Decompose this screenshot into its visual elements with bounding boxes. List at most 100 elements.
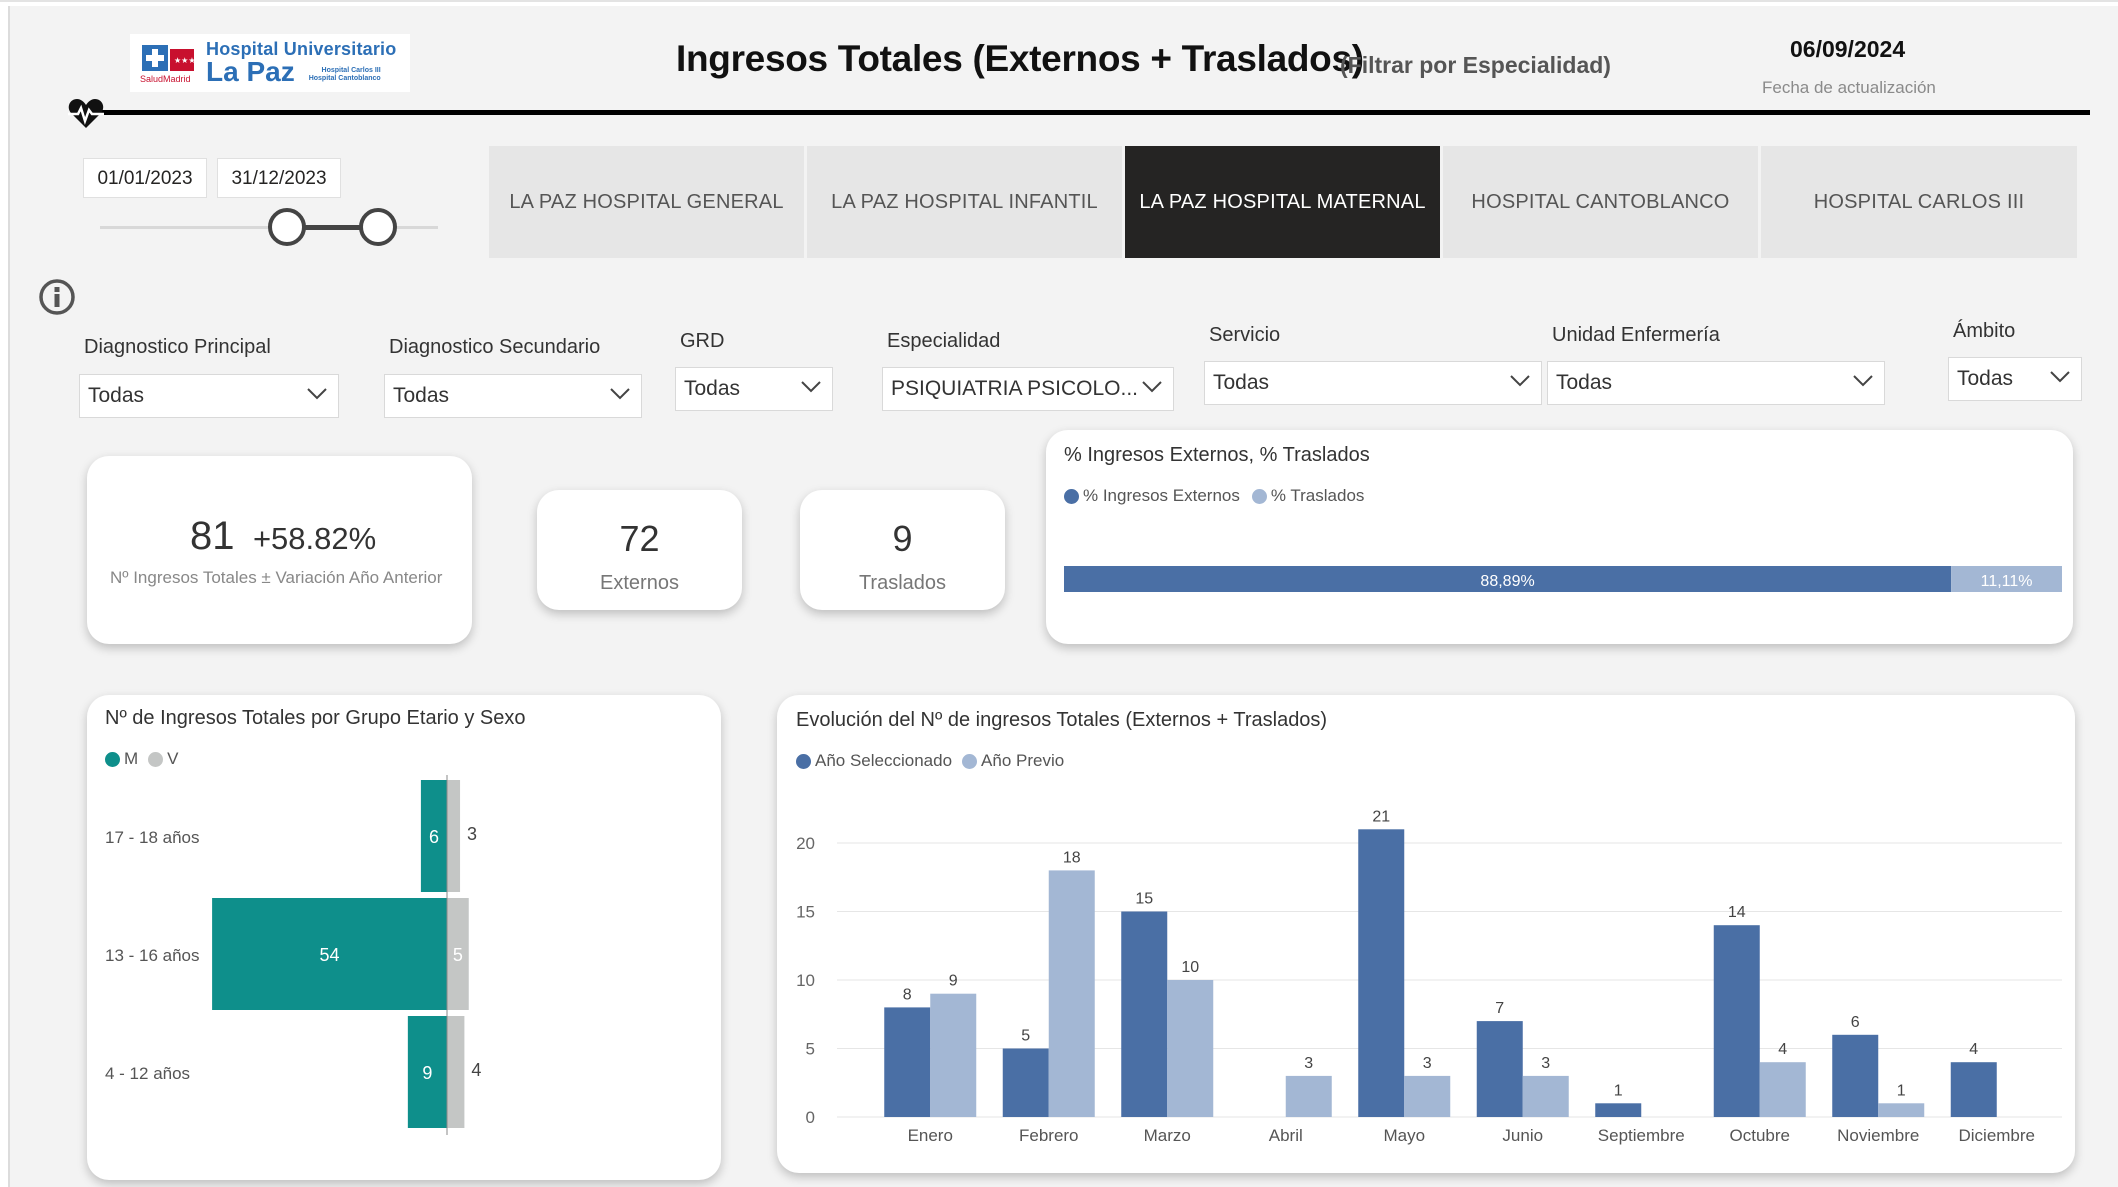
chart-card-percent: % Ingresos Externos, % Traslados % Ingre…: [1046, 430, 2073, 644]
bar-male-label: 3: [467, 824, 477, 844]
bar-value-label: 9: [949, 973, 958, 990]
bar-previous-year: [1404, 1075, 1451, 1117]
legend-externos-label: % Ingresos Externos: [1083, 486, 1240, 505]
page-subtitle: (Filtrar por Especialidad): [1340, 52, 1611, 78]
logo-sub-2: Hospital Cantoblanco: [308, 74, 381, 82]
filter-label-unidad-enfermeria: Unidad Enfermería: [1552, 324, 1720, 346]
bar-value-label: 6: [1851, 1014, 1860, 1031]
filter-label-grd: GRD: [680, 330, 725, 352]
kpi-total-variation: +58.82%: [252, 521, 377, 556]
bar-selected-year: [1595, 1103, 1642, 1117]
x-category-label: Septiembre: [1598, 1126, 1685, 1145]
x-category-label: Octubre: [1730, 1126, 1790, 1145]
bar-value-label: 14: [1728, 904, 1746, 921]
kpi-externos-value: 72: [619, 518, 660, 559]
bar-previous-year: [1522, 1075, 1569, 1117]
y-tick-label: 15: [796, 903, 815, 922]
bar-value-label: 5: [1021, 1028, 1030, 1045]
bar-value-label: 4: [1969, 1041, 1978, 1058]
age-group-label: 17 - 18 años: [105, 828, 200, 847]
kpi-card-traslados: 9 Traslados: [800, 490, 1005, 610]
dropdown-value: Todas: [1957, 367, 2014, 390]
app-window: ★★★ SaludMadrid Hospital Universitario L…: [0, 0, 2118, 1187]
update-date: 06/09/2024: [1790, 36, 1906, 62]
date-end-input[interactable]: 31/12/2023: [217, 158, 341, 198]
chevron-down-icon: [1853, 375, 1873, 387]
chart-evolution-title: Evolución del Nº de ingresos Totales (Ex…: [796, 709, 1328, 731]
bar-value-label: 3: [1423, 1055, 1432, 1072]
ambito-dropdown[interactable]: Todas: [1948, 357, 2082, 401]
chevron-down-icon: [801, 381, 821, 393]
kpi-externos-label: Externos: [600, 572, 679, 594]
x-category-label: Diciembre: [1958, 1126, 2035, 1145]
x-category-label: Febrero: [1019, 1126, 1079, 1145]
legend-traslados-label: % Traslados: [1270, 486, 1365, 505]
info-icon[interactable]: [38, 278, 76, 316]
x-category-label: Enero: [908, 1126, 953, 1145]
legend-m-label: M: [124, 749, 139, 768]
date-slider-end-handle[interactable]: [359, 208, 397, 246]
percent-stacked-bar: 88,89% 11,11%: [1064, 566, 2062, 592]
legend-v-dot: [148, 751, 164, 767]
dropdown-value: Todas: [684, 377, 741, 400]
chart-evolution-legend: Año Seleccionado Año Previo: [796, 751, 1064, 771]
legend-selected-year-dot: [796, 753, 811, 769]
bar-value-label: 1: [1614, 1082, 1623, 1099]
chart-card-evolution: Evolución del Nº de ingresos Totales (Ex…: [777, 695, 2075, 1173]
chart-percent-title: % Ingresos Externos, % Traslados: [1064, 444, 1370, 466]
kpi-total-caption: Nº Ingresos Totales ± Variación Año Ante…: [110, 568, 443, 587]
kpi-traslados-value: 9: [892, 518, 913, 559]
bar-selected-year: [884, 1007, 931, 1117]
y-tick-label: 10: [796, 971, 815, 990]
x-category-label: Noviembre: [1837, 1126, 1919, 1145]
dropdown-value: Todas: [393, 384, 450, 407]
chevron-down-icon: [2050, 371, 2070, 383]
date-start-input[interactable]: 01/01/2023: [83, 158, 207, 198]
heartbeat-icon: [66, 94, 106, 134]
legend-selected-year-label: Año Seleccionado: [815, 751, 953, 770]
unidad-enfermeria-dropdown[interactable]: Todas: [1547, 361, 1885, 405]
update-date-label: Fecha de actualización: [1762, 78, 1936, 97]
tab-hospital-cantoblanco[interactable]: HOSPITAL CANTOBLANCO: [1443, 146, 1758, 258]
y-tick-label: 5: [806, 1040, 815, 1059]
tab-la-paz-general[interactable]: LA PAZ HOSPITAL GENERAL: [489, 146, 804, 258]
bar-selected-year: [1121, 911, 1168, 1117]
chart-age-sex-title: Nº de Ingresos Totales por Grupo Etario …: [105, 707, 526, 729]
chevron-down-icon: [307, 388, 327, 400]
kpi-card-total: 81 +58.82% Nº Ingresos Totales ± Variaci…: [87, 456, 472, 644]
servicio-dropdown[interactable]: Todas: [1204, 361, 1542, 405]
grd-dropdown[interactable]: Todas: [675, 367, 833, 411]
age-group-label: 4 - 12 años: [105, 1064, 190, 1083]
kpi-traslados-label: Traslados: [858, 572, 947, 594]
logo-sub-1: Hospital Carlos III: [321, 67, 381, 75]
dropdown-value: Todas: [1556, 371, 1613, 394]
x-category-label: Junio: [1502, 1126, 1543, 1145]
bar-selected-year: [1358, 829, 1405, 1117]
bar-previous-year: [1878, 1103, 1925, 1117]
date-slider-start-handle[interactable]: [268, 208, 306, 246]
x-category-label: Abril: [1269, 1126, 1303, 1145]
dropdown-value: Todas: [1213, 371, 1270, 394]
logo-salud-text: SaludMadrid: [140, 74, 191, 84]
tab-hospital-carlos-iii[interactable]: HOSPITAL CARLOS III: [1761, 146, 2077, 258]
bar-female-label: 9: [422, 1063, 432, 1083]
legend-v-label: V: [167, 749, 179, 768]
legend-previous-year-label: Año Previo: [981, 751, 1065, 770]
bar-value-label: 3: [1541, 1055, 1550, 1072]
bar-selected-year: [1476, 1021, 1523, 1117]
monthly-evolution-bar-chart: 0 5 10 15 20 8 9 Enero 5 18 Febrero 15 10 Marzo 3 Abril…: [796, 808, 2062, 1145]
bar-selected-year: [1002, 1048, 1049, 1117]
bar-value-label: 8: [903, 986, 912, 1003]
legend-externos-dot: [1064, 488, 1079, 504]
tab-la-paz-infantil[interactable]: LA PAZ HOSPITAL INFANTIL: [807, 146, 1122, 258]
header-divider: [80, 110, 2090, 115]
tab-la-paz-maternal[interactable]: LA PAZ HOSPITAL MATERNAL: [1125, 146, 1440, 258]
diagnostico-secundario-dropdown[interactable]: Todas: [384, 374, 642, 418]
bar-value-label: 4: [1778, 1041, 1787, 1058]
diagnostico-principal-dropdown[interactable]: Todas: [79, 374, 339, 418]
especialidad-dropdown[interactable]: PSIQUIATRIA PSICOLO...: [882, 367, 1174, 411]
bar-male: [447, 780, 461, 892]
x-category-label: Marzo: [1144, 1126, 1191, 1145]
bar-previous-year: [1285, 1075, 1332, 1117]
bar-selected-year: [1832, 1034, 1879, 1117]
